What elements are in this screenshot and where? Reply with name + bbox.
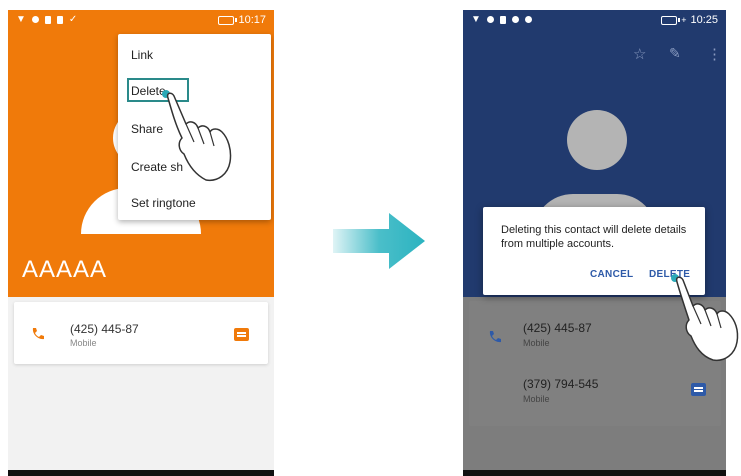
pointing-hand-icon — [671, 274, 739, 362]
phone-number[interactable]: (425) 445-87 — [70, 322, 139, 336]
right-phone-screen: ☆ ✎ ⋮ ▼ + 10:25 (425) 445-87 Mobile (379… — [463, 10, 726, 476]
sync-icon — [511, 16, 519, 23]
data-icon — [524, 16, 532, 23]
cancel-button[interactable]: CANCEL — [590, 269, 633, 280]
more-options-icon[interactable]: ⋮ — [707, 45, 722, 63]
phone-icon[interactable] — [30, 326, 46, 342]
wifi-icon: ▼ — [16, 14, 26, 25]
status-bar: ▼ + 10:25 — [463, 10, 726, 32]
dialog-message: Deleting this contact will delete detail… — [501, 224, 687, 250]
message-icon[interactable] — [234, 328, 249, 341]
navigation-bar — [8, 470, 274, 476]
battery-icon — [218, 15, 238, 25]
settings-icon — [31, 16, 39, 23]
phone-type-1: Mobile — [523, 338, 550, 348]
battery-icon — [661, 15, 681, 25]
phone-card: (425) 445-87 Mobile — [14, 302, 268, 364]
edit-icon[interactable]: ✎ — [669, 45, 681, 62]
charging-icon: + — [681, 15, 687, 25]
status-time: 10:25 — [690, 14, 718, 26]
sim-icon — [499, 15, 506, 24]
contact-name: AAAAA — [22, 256, 108, 283]
status-time: 10:17 — [238, 14, 266, 26]
menu-item-link[interactable]: Link — [131, 48, 153, 62]
settings-icon — [486, 16, 494, 23]
menu-item-set-ringtone[interactable]: Set ringtone — [131, 196, 196, 210]
notification-icon — [56, 15, 63, 24]
phone-type: Mobile — [70, 338, 97, 348]
phone-type-2: Mobile — [523, 394, 550, 404]
wifi-icon: ▼ — [471, 14, 481, 25]
status-bar: ▼ ✓ 10:17 — [8, 10, 274, 32]
navigation-bar — [463, 470, 726, 476]
pointing-hand-icon — [162, 90, 232, 182]
sim-icon — [44, 15, 51, 24]
arrow-right-icon — [333, 213, 425, 269]
left-phone-screen: AAAAA ▼ ✓ 10:17 Link Delete Share Create… — [8, 10, 274, 476]
message-icon[interactable] — [691, 383, 706, 396]
check-icon: ✓ — [68, 14, 78, 25]
phone-number-1[interactable]: (425) 445-87 — [523, 321, 592, 335]
phone-number-2[interactable]: (379) 794-545 — [523, 377, 598, 391]
phone-icon[interactable] — [487, 329, 503, 345]
star-icon[interactable]: ☆ — [633, 45, 646, 63]
avatar-head — [567, 110, 627, 170]
